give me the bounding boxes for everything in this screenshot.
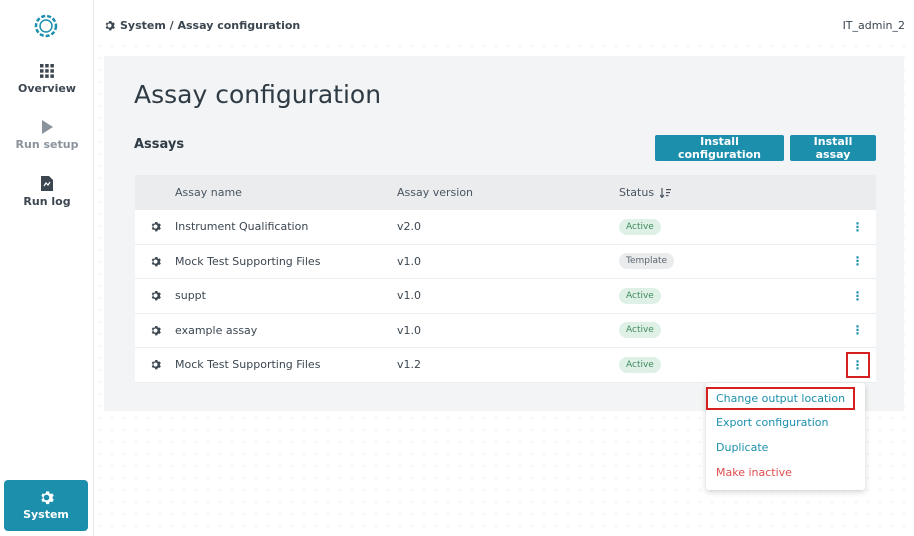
row-options-menu: Change output location Export configurat… — [705, 383, 865, 490]
gear-icon[interactable] — [150, 359, 161, 370]
grid-icon — [40, 64, 54, 78]
menu-item-make-inactive[interactable]: Make inactive — [716, 466, 792, 479]
document-icon — [41, 176, 53, 191]
assay-name: Mock Test Supporting Files — [175, 358, 321, 372]
menu-item-duplicate[interactable]: Duplicate — [716, 441, 768, 454]
menu-item-change-output-location[interactable]: Change output location — [705, 387, 856, 410]
assay-name: Mock Test Supporting Files — [175, 254, 321, 268]
status-badge: Active — [619, 287, 661, 304]
table-row: Instrument Qualification v2.0 Active ⋮ — [135, 210, 876, 245]
sidebar-item-run-log[interactable]: Run log — [0, 176, 94, 208]
sidebar-item-label: System — [23, 508, 69, 521]
gear-icon — [40, 491, 54, 505]
table-row: Mock Test Supporting Files v1.0 Template… — [135, 244, 876, 279]
gear-icon[interactable] — [150, 221, 161, 232]
gear-icon[interactable] — [150, 290, 161, 301]
section-title: Assays — [134, 137, 185, 152]
status-badge: Active — [619, 322, 661, 339]
page-title: Assay configuration — [134, 80, 382, 109]
sidebar: Overview Run setup Run log System — [0, 0, 94, 536]
breadcrumb: System / Assay configuration — [104, 19, 300, 32]
assay-version: v1.0 — [397, 323, 422, 337]
more-options-icon[interactable]: ⋮ — [845, 351, 870, 378]
assays-table: Assay name Assay version Status Instrume… — [135, 175, 876, 383]
status-badge: Active — [619, 356, 661, 373]
play-icon — [42, 120, 53, 134]
install-configuration-button[interactable]: Install configuration — [655, 135, 784, 161]
assay-version: v2.0 — [397, 220, 422, 234]
column-header-version[interactable]: Assay version — [397, 186, 619, 199]
assay-version: v1.0 — [397, 254, 422, 268]
assay-panel: Assay configuration Assays Install confi… — [104, 56, 904, 411]
status-badge: Active — [619, 218, 661, 235]
sidebar-item-run-setup[interactable]: Run setup — [0, 120, 94, 151]
column-header-name[interactable]: Assay name — [175, 186, 397, 199]
sidebar-item-label: Run log — [23, 195, 71, 208]
assay-name: suppt — [175, 289, 206, 303]
more-options-icon[interactable]: ⋮ — [848, 216, 868, 238]
sort-descending-icon[interactable] — [660, 187, 672, 198]
column-header-status-label: Status — [619, 186, 655, 199]
table-row: example assay v1.0 Active ⋮ — [135, 313, 876, 348]
sidebar-item-overview[interactable]: Overview — [0, 64, 94, 95]
assay-version: v1.2 — [397, 358, 422, 372]
sidebar-item-system[interactable]: System — [4, 480, 88, 531]
more-options-icon[interactable]: ⋮ — [848, 285, 868, 307]
gear-icon — [105, 21, 115, 31]
app-logo-icon — [34, 14, 58, 38]
more-options-icon[interactable]: ⋮ — [848, 319, 868, 341]
more-options-icon[interactable]: ⋮ — [848, 250, 868, 272]
sidebar-item-label: Run setup — [15, 138, 79, 151]
table-row: suppt v1.0 Active ⋮ — [135, 279, 876, 314]
user-menu[interactable]: IT_admin_2 — [843, 19, 905, 32]
assay-version: v1.0 — [397, 289, 422, 303]
gear-icon[interactable] — [150, 256, 161, 267]
assay-name: Instrument Qualification — [175, 220, 309, 234]
column-header-status[interactable]: Status — [619, 186, 839, 199]
menu-item-export-configuration[interactable]: Export configuration — [716, 416, 828, 429]
sidebar-item-label: Overview — [18, 82, 76, 95]
table-header: Assay name Assay version Status — [135, 175, 876, 210]
breadcrumb-text: System / Assay configuration — [120, 19, 301, 32]
assay-name: example assay — [175, 323, 258, 337]
table-row: Mock Test Supporting Files v1.2 Active ⋮ — [135, 348, 876, 383]
status-badge: Template — [619, 253, 675, 270]
install-assay-button[interactable]: Install assay — [790, 135, 876, 161]
gear-icon[interactable] — [150, 325, 161, 336]
